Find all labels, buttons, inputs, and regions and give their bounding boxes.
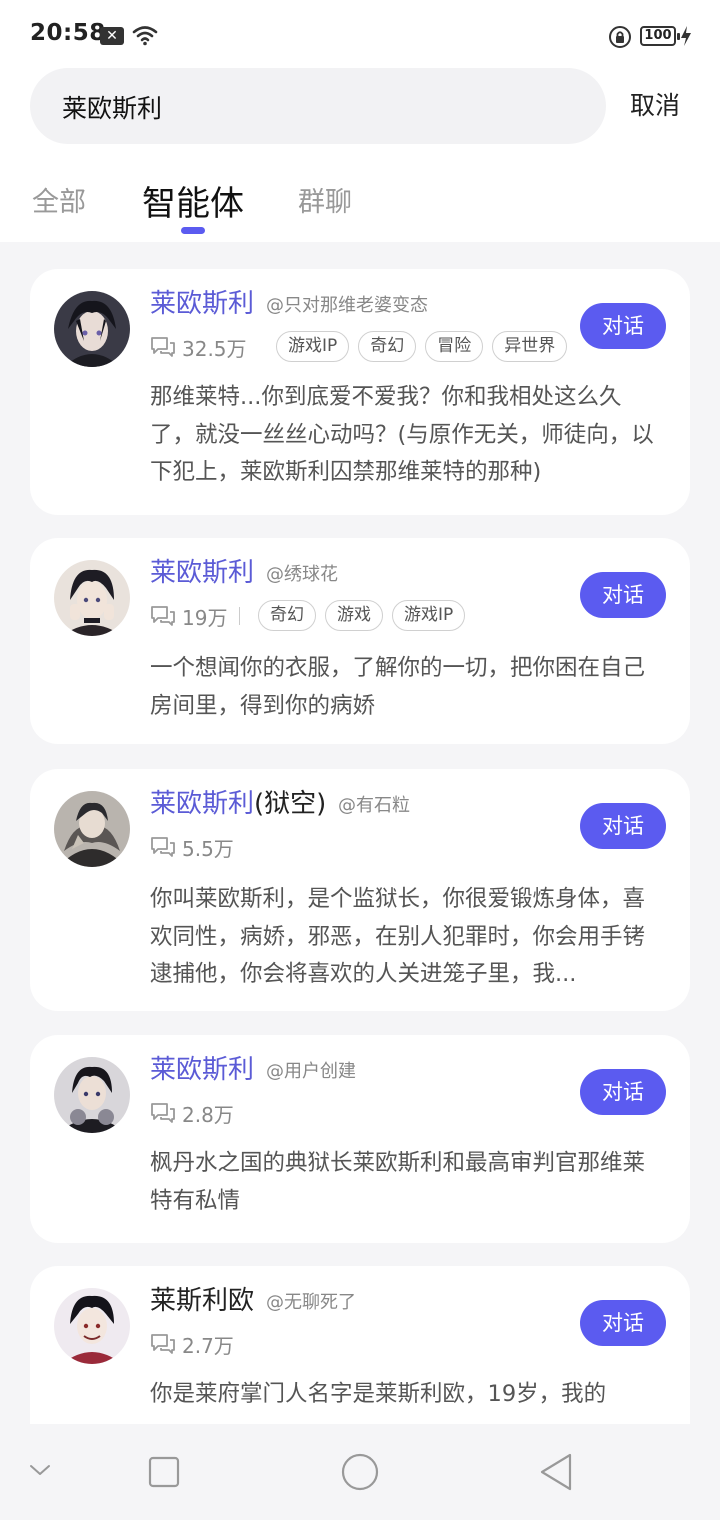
tag[interactable]: 奇幻 [258, 600, 316, 631]
notification-icon: ✕ [100, 27, 124, 45]
divider [239, 607, 241, 625]
tag[interactable]: 异世界 [492, 331, 568, 362]
author: @只对那维老婆变态 [266, 295, 428, 316]
status-time: 20:58 [30, 20, 106, 46]
chevron-down-icon[interactable] [28, 1462, 52, 1478]
chat-button[interactable]: 对话 [580, 572, 666, 618]
agent-description: 一个想闻你的衣服，了解你的一切，把你困在自己房间里，得到你的病娇 [150, 655, 646, 719]
agent-description: 那维莱特...你到底爱不爱我？你和我相处这么久了，就没一丝丝心动吗？(与原作无关… [150, 384, 654, 485]
cancel-button[interactable]: 取消 [630, 86, 680, 122]
agent-name[interactable]: 莱斯利欧 [150, 1280, 254, 1317]
chat-bubbles-icon [151, 337, 175, 357]
battery-icon: 100 [640, 26, 680, 46]
avatar [54, 1057, 130, 1133]
avatar [54, 1288, 130, 1364]
agent-name[interactable]: 莱欧斯利 [150, 552, 254, 589]
chat-count: 2.7万 [150, 1331, 234, 1358]
status-bar: 20:58 ✕ 100 [0, 0, 720, 70]
agent-name[interactable]: 莱欧斯利(狱空) [150, 783, 326, 820]
chat-count: 19万 [150, 603, 241, 630]
back-triangle-icon[interactable] [538, 1452, 574, 1492]
result-card[interactable]: 莱欧斯利 @绣球花 19万 奇幻 游戏 游戏IP 对话 一个想闻你的衣服，了解你… [30, 538, 690, 744]
avatar [54, 791, 130, 867]
result-card[interactable]: 莱欧斯利(狱空) @有石粒 5.5万 对话 你叫莱欧斯利，是个监狱长，你很爱锻炼… [30, 769, 690, 1011]
avatar [54, 560, 130, 636]
tag[interactable]: 冒险 [425, 331, 484, 362]
chat-button[interactable]: 对话 [580, 303, 666, 349]
search-query: 莱欧斯利 [62, 94, 163, 123]
agent-description: 枫丹水之国的典狱长莱欧斯利和最高审判官那维莱特有私情 [150, 1150, 646, 1214]
chat-button[interactable]: 对话 [580, 803, 666, 849]
wifi-icon [132, 26, 158, 46]
rotation-lock-icon [609, 26, 631, 48]
circle-icon[interactable] [340, 1452, 380, 1492]
agent-description: 你是莱府掌门人名字是莱斯利欧，19岁，我的 [150, 1381, 607, 1407]
chat-bubbles-icon [151, 1103, 175, 1123]
result-card[interactable]: 莱欧斯利 @用户创建 2.8万 对话 枫丹水之国的典狱长莱欧斯利和最高审判官那维… [30, 1035, 690, 1243]
agent-name[interactable]: 莱欧斯利 [150, 1049, 254, 1086]
tab-agents[interactable]: 智能体 [142, 176, 244, 225]
chat-bubbles-icon [151, 837, 175, 857]
tag[interactable]: 游戏IP [276, 331, 350, 362]
author: @绣球花 [266, 564, 338, 585]
tag[interactable]: 奇幻 [358, 331, 417, 362]
chat-bubbles-icon [151, 606, 175, 626]
tag-list: 游戏IP 奇幻 冒险 异世界 [276, 331, 568, 362]
charging-icon [681, 26, 691, 46]
author: @用户创建 [266, 1061, 356, 1082]
agent-description: 你叫莱欧斯利，是个监狱长，你很爱锻炼身体，喜欢同性，病娇，邪恶，在别人犯罪时，你… [150, 886, 646, 987]
agent-name[interactable]: 莱欧斯利 [150, 283, 254, 320]
chat-count: 32.5万 [150, 334, 247, 361]
tab-indicator [181, 227, 205, 234]
tab-group-chat[interactable]: 群聊 [298, 180, 352, 219]
chat-count: 5.5万 [150, 834, 234, 861]
tab-all[interactable]: 全部 [32, 180, 86, 219]
chat-button[interactable]: 对话 [580, 1069, 666, 1115]
system-nav-bar [0, 1424, 720, 1520]
chat-button[interactable]: 对话 [580, 1300, 666, 1346]
result-card[interactable]: 莱欧斯利 @只对那维老婆变态 32.5万 游戏IP 奇幻 冒险 异世界 对话 那… [30, 269, 690, 515]
tag[interactable]: 游戏IP [392, 600, 466, 631]
avatar [54, 291, 130, 367]
chat-count: 2.8万 [150, 1100, 234, 1127]
chat-bubbles-icon [151, 1334, 175, 1354]
author: @有石粒 [338, 795, 410, 816]
author: @无聊死了 [266, 1292, 356, 1313]
square-icon[interactable] [148, 1456, 180, 1488]
search-input[interactable]: 莱欧斯利 [30, 68, 606, 144]
tag[interactable]: 游戏 [325, 600, 383, 631]
tag-list: 奇幻 游戏 游戏IP [258, 600, 466, 631]
